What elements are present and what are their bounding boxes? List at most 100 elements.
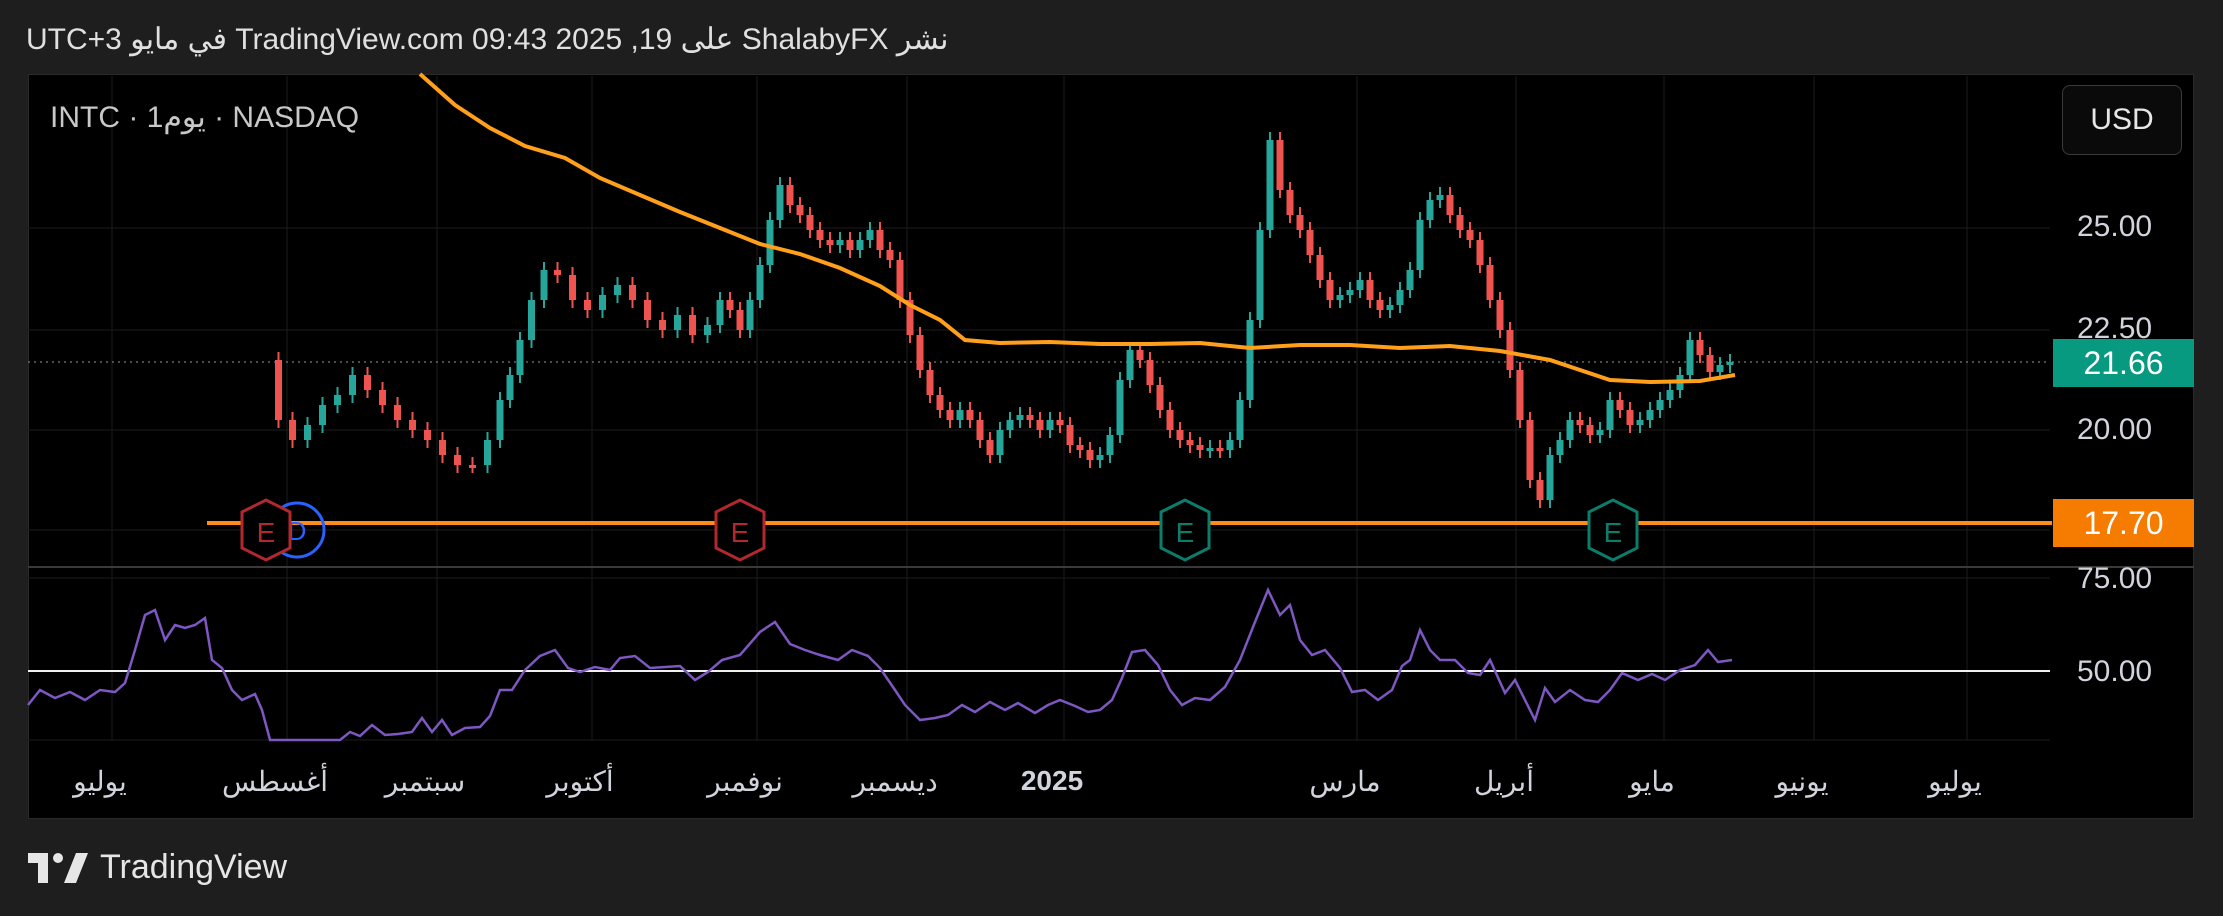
- candle-body: [1036, 420, 1044, 430]
- candle-body: [1686, 340, 1694, 375]
- candle-body: [506, 375, 514, 400]
- candle-body: [1146, 360, 1154, 385]
- candle-body: [1396, 290, 1404, 305]
- candle-body: [364, 375, 371, 390]
- candle-body: [916, 335, 924, 370]
- currency-button[interactable]: USD: [2062, 85, 2182, 155]
- candle-body: [1026, 415, 1034, 420]
- candle-body: [996, 430, 1004, 455]
- candle-body: [1096, 455, 1104, 460]
- candle-body: [454, 455, 461, 465]
- candle-body: [1336, 295, 1344, 300]
- candle-body: [1226, 440, 1234, 450]
- candle-body: [584, 300, 591, 310]
- candle-body: [1046, 420, 1054, 430]
- candle-body: [540, 270, 548, 300]
- rsi-tick-50: 50.00: [2077, 655, 2153, 688]
- candle-body: [379, 390, 386, 405]
- candle-body: [334, 395, 341, 405]
- candle-body: [1186, 440, 1194, 445]
- candle-body: [866, 230, 874, 240]
- candle-body: [439, 440, 446, 455]
- earnings-marker[interactable]: E: [240, 498, 292, 562]
- tradingview-logo[interactable]: TradingView: [28, 848, 287, 887]
- candle-body: [319, 405, 326, 425]
- candle-body: [1116, 380, 1124, 435]
- candle-body: [1516, 370, 1524, 420]
- candle-body: [1056, 420, 1064, 425]
- candle-body: [886, 250, 894, 260]
- candle-body: [1076, 445, 1084, 450]
- candle-body: [1536, 480, 1544, 500]
- candle-body: [1086, 450, 1094, 460]
- earnings-marker[interactable]: E: [1159, 498, 1211, 562]
- candle-body: [1476, 240, 1484, 265]
- candle-body: [496, 400, 504, 440]
- candle-body: [1286, 190, 1294, 215]
- candle-body: [409, 420, 416, 430]
- candle-body: [1216, 448, 1224, 451]
- candlesticks: [275, 132, 1734, 508]
- candle-body: [766, 220, 774, 265]
- candle-body: [1346, 290, 1354, 295]
- earnings-marker-label: E: [257, 517, 276, 548]
- chart-canvas[interactable]: D EEEE: [0, 0, 2223, 916]
- candle-body: [1526, 420, 1534, 480]
- candle-body: [1386, 305, 1394, 310]
- candle-body: [736, 310, 744, 330]
- candle-body: [1566, 420, 1574, 440]
- candle-body: [599, 295, 606, 310]
- candle-body: [1646, 410, 1654, 420]
- tradingview-brand: TradingView: [100, 848, 288, 886]
- candle-body: [289, 420, 296, 440]
- time-axis-label: ديسمبر: [852, 766, 938, 797]
- candle-body: [1296, 215, 1304, 230]
- candle-body: [1556, 440, 1564, 455]
- candle-body: [1626, 410, 1634, 425]
- candle-body: [1006, 420, 1014, 430]
- candle-body: [846, 240, 854, 250]
- candle-body: [1166, 410, 1174, 430]
- candle-body: [516, 340, 524, 375]
- candle-body: [1196, 445, 1204, 450]
- candle-body: [1636, 420, 1644, 425]
- time-axis-label: مايو: [1629, 766, 1675, 797]
- candle-body: [1276, 140, 1284, 190]
- candle-body: [1666, 390, 1674, 400]
- candle-body: [1106, 435, 1114, 455]
- candle-body: [726, 300, 734, 310]
- candle-body: [394, 405, 401, 420]
- candle-body: [786, 185, 794, 205]
- candle-body: [1606, 400, 1614, 430]
- candle-body: [1406, 270, 1414, 290]
- candle-body: [1496, 300, 1504, 330]
- rsi-line: [27, 586, 1733, 742]
- candle-body: [674, 315, 681, 330]
- candle-body: [469, 465, 476, 468]
- candle-body: [1426, 200, 1434, 220]
- tradingview-logo-icon: [28, 852, 88, 883]
- symbol-label[interactable]: INTC · 1يوم · NASDAQ: [50, 100, 359, 135]
- candle-body: [816, 230, 824, 240]
- candle-body: [1726, 362, 1734, 365]
- candle-body: [716, 300, 724, 325]
- candle-body: [896, 260, 904, 300]
- price-tick-25: 25.00: [2077, 210, 2153, 243]
- earnings-marker[interactable]: E: [1587, 498, 1639, 562]
- candle-body: [1586, 425, 1594, 435]
- support-level-badge: 17.70: [2053, 499, 2194, 547]
- time-axis-label: أكتوبر: [546, 766, 614, 797]
- earnings-marker[interactable]: E: [714, 498, 766, 562]
- candle-body: [1616, 400, 1624, 410]
- candle-body: [1236, 400, 1244, 440]
- candle-body: [956, 410, 964, 420]
- candle-body: [936, 395, 944, 410]
- time-axis-label: يونيو: [1775, 766, 1829, 797]
- time-axis-label: أغسطس: [221, 766, 329, 797]
- time-axis-label: يوليو: [1928, 766, 1982, 797]
- candle-body: [1246, 320, 1254, 400]
- candle-body: [796, 205, 804, 215]
- candle-body: [1416, 220, 1424, 270]
- candle-body: [484, 440, 491, 465]
- candle-body: [826, 240, 834, 245]
